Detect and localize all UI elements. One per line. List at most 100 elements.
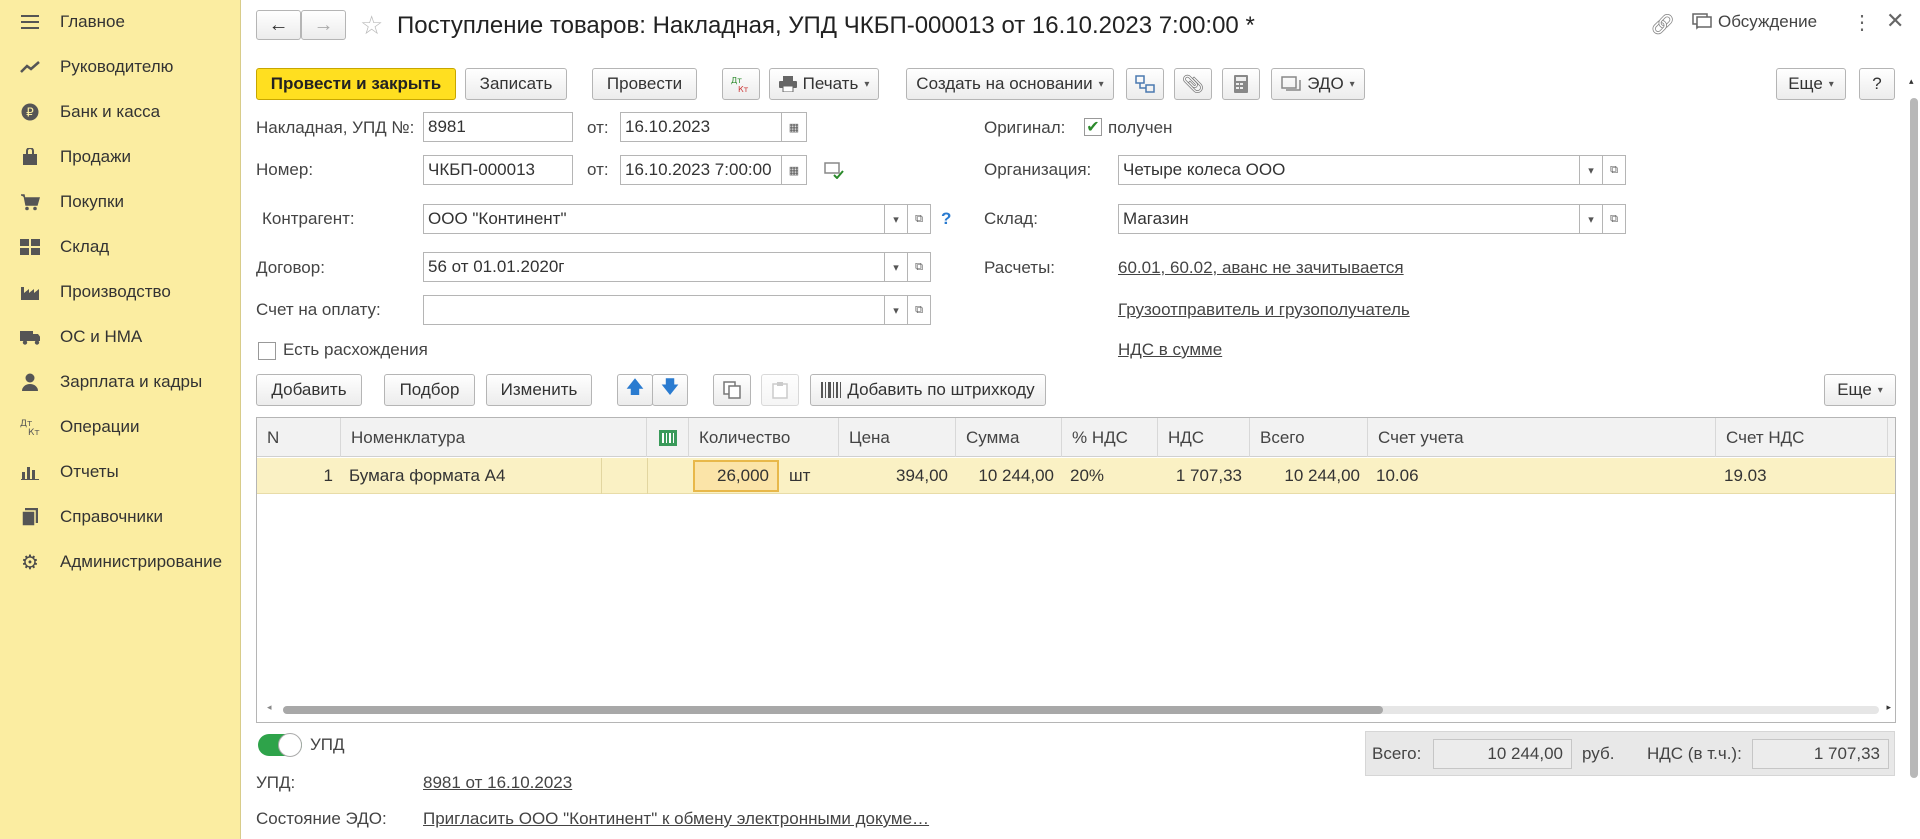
more-vertical-icon[interactable]: ⋮ — [1852, 10, 1872, 35]
sidebar-item-manager[interactable]: Руководителю — [0, 47, 240, 87]
sidebar-item-main[interactable]: Главное — [0, 2, 240, 42]
discrepancy-checkbox[interactable] — [258, 342, 276, 360]
sidebar-item-production[interactable]: Производство — [0, 272, 240, 312]
calculator-button[interactable] — [1222, 68, 1260, 100]
organization-open-button[interactable]: ⧉ — [1602, 155, 1626, 185]
help-mark-icon[interactable]: ? — [941, 209, 951, 229]
column-header-sum[interactable]: Сумма — [956, 418, 1062, 457]
warehouse-field[interactable]: Магазин — [1118, 204, 1580, 234]
edo-button[interactable]: ЭДО ▾ — [1271, 68, 1365, 100]
sidebar-item-salary[interactable]: Зарплата и кадры — [0, 362, 240, 402]
invoice-date-field[interactable]: 16.10.2023 — [620, 112, 782, 142]
cell-vat[interactable]: 1 707,33 — [1158, 458, 1250, 494]
payment-invoice-field[interactable] — [423, 295, 885, 325]
scroll-up-icon[interactable]: ▴ — [1909, 76, 1914, 87]
add-row-button[interactable]: Добавить — [256, 374, 362, 406]
cell-quantity[interactable]: 26,000 — [693, 460, 779, 492]
column-header-n[interactable]: N — [257, 418, 341, 457]
column-header-status[interactable] — [647, 418, 689, 457]
scroll-left-icon[interactable]: ◂ — [267, 702, 272, 713]
structure-button[interactable] — [1126, 68, 1164, 100]
column-header-account[interactable]: Счет учета — [1368, 418, 1716, 457]
number-field[interactable]: ЧКБП-000013 — [423, 155, 573, 185]
payment-dropdown-button[interactable]: ▾ — [884, 295, 908, 325]
settlements-link[interactable]: 60.01, 60.02, аванс не зачитывается — [1118, 258, 1404, 278]
cell-sum[interactable]: 10 244,00 — [956, 458, 1062, 494]
contract-dropdown-button[interactable]: ▾ — [884, 252, 908, 282]
move-down-button[interactable]: 🡇 — [652, 374, 688, 406]
sidebar-item-bank[interactable]: ₽ Банк и касса — [0, 92, 240, 132]
number-date-field[interactable]: 16.10.2023 7:00:00 — [620, 155, 782, 185]
column-header-vat[interactable]: НДС — [1158, 418, 1250, 457]
invoice-number-field[interactable]: 8981 — [423, 112, 573, 142]
shipper-consignee-link[interactable]: Грузоотправитель и грузополучатель — [1118, 300, 1410, 320]
discussion-button[interactable]: Обсуждение — [1692, 12, 1817, 32]
contractor-dropdown-button[interactable]: ▾ — [884, 204, 908, 234]
paste-button[interactable] — [761, 374, 799, 406]
sidebar-item-sales[interactable]: Продажи — [0, 137, 240, 177]
document-status-icon[interactable] — [824, 161, 844, 184]
cell-unit[interactable]: шт — [781, 458, 839, 494]
scroll-thumb[interactable] — [1910, 98, 1918, 778]
cell-characteristic[interactable] — [601, 458, 647, 494]
original-received-checkbox[interactable]: ✔ — [1084, 118, 1102, 136]
organization-dropdown-button[interactable]: ▾ — [1579, 155, 1603, 185]
sidebar-item-warehouse[interactable]: Склад — [0, 227, 240, 267]
post-and-close-button[interactable]: Провести и закрыть — [256, 68, 456, 100]
calendar-button[interactable]: ▦ — [781, 155, 807, 185]
add-by-barcode-button[interactable]: Добавить по штрихкоду — [810, 374, 1046, 406]
upd-link[interactable]: 8981 от 16.10.2023 — [423, 773, 572, 793]
link-icon[interactable]: 🔗︎ — [1650, 12, 1675, 37]
sidebar-item-reports[interactable]: Отчеты — [0, 452, 240, 492]
star-icon[interactable]: ☆ — [360, 10, 383, 41]
help-button[interactable]: ? — [1859, 68, 1895, 100]
move-up-button[interactable]: 🡅 — [617, 374, 653, 406]
contractor-open-button[interactable]: ⧉ — [907, 204, 931, 234]
calendar-button[interactable]: ▦ — [781, 112, 807, 142]
sidebar-item-admin[interactable]: ⚙ Администрирование — [0, 542, 240, 582]
cell-account[interactable]: 10.06 — [1368, 458, 1716, 494]
upd-toggle[interactable] — [258, 733, 302, 757]
table-row[interactable]: 1 Бумага формата А4 26,000 шт 394,00 10 … — [257, 458, 1895, 494]
contract-open-button[interactable]: ⧉ — [907, 252, 931, 282]
scroll-thumb[interactable] — [283, 706, 1383, 714]
column-header-quantity[interactable]: Количество — [689, 418, 839, 457]
post-button[interactable]: Провести — [592, 68, 697, 100]
cell-price[interactable]: 394,00 — [839, 458, 956, 494]
attach-button[interactable]: 📎︎ — [1174, 68, 1212, 100]
organization-field[interactable]: Четыре колеса ООО — [1118, 155, 1580, 185]
scroll-right-icon[interactable]: ▸ — [1886, 702, 1891, 713]
dt-kt-button[interactable]: Дт Кт — [722, 68, 760, 100]
edo-invite-link[interactable]: Пригласить ООО "Континент" к обмену элек… — [423, 809, 929, 829]
sidebar-item-fixed-assets[interactable]: ОС и НМА — [0, 317, 240, 357]
vat-in-sum-link[interactable]: НДС в сумме — [1118, 340, 1222, 360]
save-button[interactable]: Записать — [465, 68, 567, 100]
pick-button[interactable]: Подбор — [384, 374, 475, 406]
cell-vat-rate[interactable]: 20% — [1062, 458, 1158, 494]
back-button[interactable]: ← — [256, 10, 301, 40]
column-header-vat-rate[interactable]: % НДС — [1062, 418, 1158, 457]
contract-field[interactable]: 56 от 01.01.2020г — [423, 252, 885, 282]
copy-button[interactable] — [713, 374, 751, 406]
column-header-price[interactable]: Цена — [839, 418, 956, 457]
column-header-total[interactable]: Всего — [1250, 418, 1368, 457]
contractor-field[interactable]: ООО "Континент" — [423, 204, 885, 234]
cell-total[interactable]: 10 244,00 — [1250, 458, 1368, 494]
cell-item[interactable]: Бумага формата А4 — [341, 458, 601, 494]
sidebar-item-references[interactable]: Справочники — [0, 497, 240, 537]
close-icon[interactable]: ✕ — [1886, 8, 1904, 34]
cell-vat-account[interactable]: 19.03 — [1716, 458, 1888, 494]
sidebar-item-purchases[interactable]: Покупки — [0, 182, 240, 222]
horizontal-scrollbar[interactable]: ◂ ▸ — [257, 702, 1895, 716]
payment-open-button[interactable]: ⧉ — [907, 295, 931, 325]
create-based-on-button[interactable]: Создать на основании ▾ — [906, 68, 1114, 100]
warehouse-dropdown-button[interactable]: ▾ — [1579, 204, 1603, 234]
column-header-vat-account[interactable]: Счет НДС — [1716, 418, 1888, 457]
more-button[interactable]: Еще ▾ — [1776, 68, 1846, 100]
edit-button[interactable]: Изменить — [486, 374, 592, 406]
vertical-scrollbar[interactable]: ▴ — [1908, 68, 1920, 788]
forward-button[interactable]: → — [301, 10, 346, 40]
print-button[interactable]: Печать ▾ — [769, 68, 879, 100]
table-more-button[interactable]: Еще ▾ — [1824, 374, 1896, 406]
warehouse-open-button[interactable]: ⧉ — [1602, 204, 1626, 234]
